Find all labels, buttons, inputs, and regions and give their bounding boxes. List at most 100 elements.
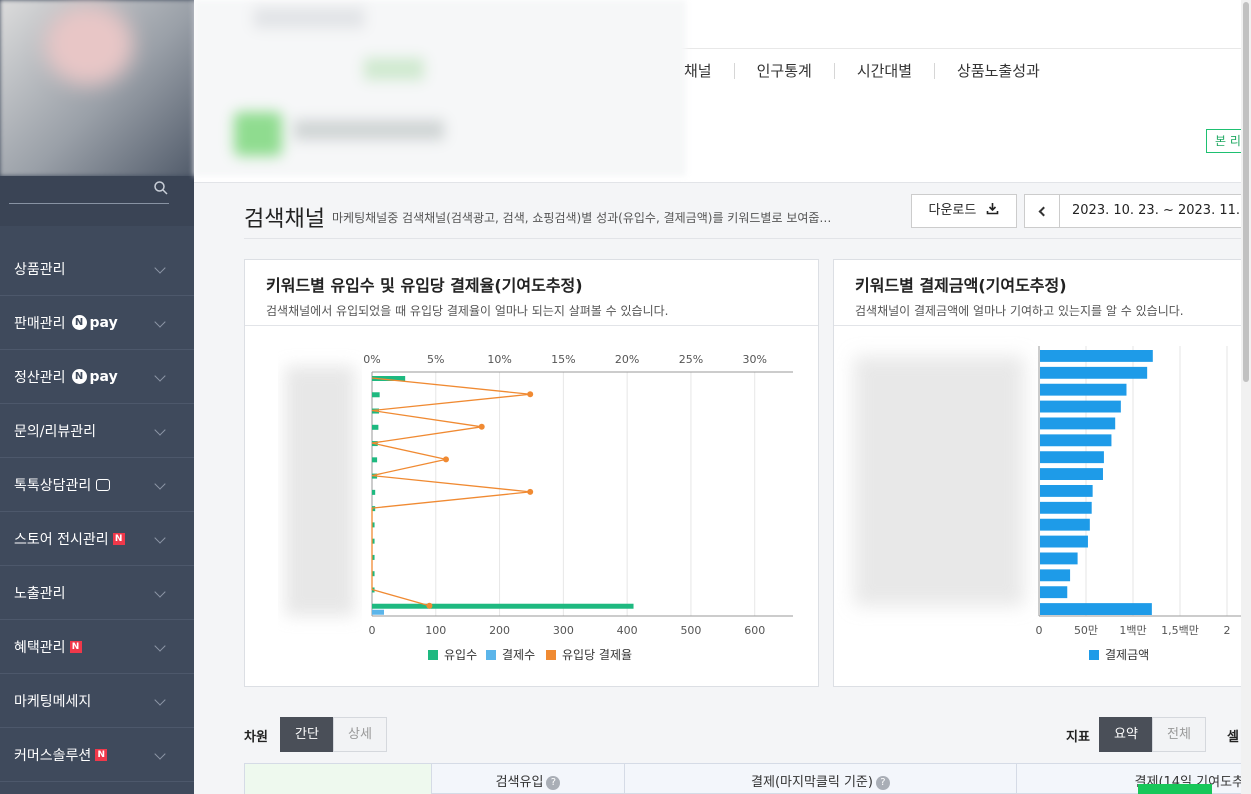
chevron-down-icon <box>154 640 166 652</box>
panel-title: 키워드별 유입수 및 유입당 결제율(기여도추정) <box>266 276 583 295</box>
metric-label: 지표 <box>1066 730 1090 745</box>
inflow-chart: 0 100 200 300 400 500 600 0% 5% 10% 15% 20% 25% 30% 유입… <box>285 353 793 662</box>
x-top-tick-label: 10% <box>487 353 511 366</box>
dimension-row: 차원 간단 상세 지표 요약 전체 셀 <box>244 717 1251 753</box>
header-label: 검색유입 <box>495 775 544 790</box>
x-tick-label: 600 <box>744 624 765 637</box>
sidebar-item[interactable]: 커머스솔루션 N <box>0 728 194 782</box>
x-tick-label: 200 <box>489 624 510 637</box>
legend-label: 결제금액 <box>1105 648 1149 662</box>
point-rate <box>527 391 534 398</box>
sidebar-item[interactable]: 정산관리 Npay <box>0 350 194 404</box>
npay-n-icon: N <box>71 315 87 330</box>
point-rate <box>426 602 433 609</box>
page-description: 마케팅채널중 검색채널(검색광고, 검색, 쇼핑검색)별 성과(유입수, 결제금… <box>332 211 832 225</box>
bar-inflow <box>372 489 376 495</box>
sidebar-item-label: 마케팅메세지 <box>14 693 92 710</box>
sidebar-item[interactable]: 톡톡상담관리 <box>0 458 194 512</box>
bar-payment-amount <box>1040 468 1103 480</box>
chevron-down-icon <box>154 586 166 598</box>
dimension-simple-button[interactable]: 간단 <box>280 717 334 752</box>
chevron-down-icon <box>154 370 166 382</box>
bar-payment-amount <box>1040 535 1088 548</box>
table-header-search-inflow: 검색유입? <box>431 764 624 794</box>
download-button[interactable]: 다운로드 <box>911 194 1017 228</box>
prev-period-button[interactable] <box>1024 194 1060 228</box>
search-icon[interactable] <box>153 180 169 196</box>
bar-inflow <box>372 603 634 609</box>
bar-payment-amount <box>1040 552 1078 565</box>
table-header-payment-attribution: 결제(14일 기여도추 <box>1016 764 1251 794</box>
legend-label: 유입수 <box>444 648 477 662</box>
metric-summary-button[interactable]: 요약 <box>1099 717 1153 752</box>
payment-chart-panel: 키워드별 결제금액(기여도추정) 검색채널이 결제금액에 얼마나 기여하고 있는… <box>833 259 1251 687</box>
chevron-down-icon <box>154 316 166 328</box>
status-indicator-bar <box>1138 784 1212 794</box>
metric-all-button[interactable]: 전체 <box>1152 717 1206 752</box>
title-row: 검색채널 마케팅채널중 검색채널(검색광고, 검색, 쇼핑검색)별 성과(유입수… <box>244 193 1251 239</box>
sidebar-item[interactable]: 노출관리 <box>0 566 194 620</box>
chevron-down-icon <box>154 748 166 760</box>
x-top-tick-label: 25% <box>679 353 703 366</box>
select-label: 셀 <box>1227 730 1239 745</box>
bar-payment-amount <box>1040 485 1093 497</box>
sidebar-item[interactable]: 마케팅메세지 <box>0 674 194 728</box>
npay-n-icon: N <box>71 369 87 384</box>
dimension-label: 차원 <box>244 730 268 745</box>
scrollbar-thumb[interactable] <box>1243 2 1249 382</box>
sidebar-item[interactable]: 판매관리 Npay <box>0 296 194 350</box>
new-badge: N <box>69 640 82 653</box>
sidebar-item[interactable]: 스토어 전시관리 N <box>0 512 194 566</box>
tab-1[interactable]: 인구통계 <box>733 63 834 79</box>
bar-payment <box>372 609 384 615</box>
sidebar-item-label: 문의/리뷰관리 <box>14 423 96 440</box>
npay-badge: Npay <box>71 368 118 385</box>
date-range-picker[interactable]: 2023. 10. 23. ~ 2023. 11. <box>1059 194 1251 228</box>
sidebar-item-label: 톡톡상담관리 <box>14 477 92 494</box>
x-top-tick-label: 30% <box>743 353 767 366</box>
top-header-blurred <box>194 0 686 176</box>
tab-3[interactable]: 상품노출성과 <box>934 63 1062 79</box>
bar-payment-amount <box>1040 451 1104 464</box>
sidebar-item-label: 상품관리 <box>14 261 66 278</box>
chevron-down-icon <box>154 262 166 274</box>
x-tick-label: 1백만 <box>1119 624 1146 637</box>
header-label: 결제(마지막클릭 기준) <box>751 775 873 790</box>
sidebar-search-input[interactable] <box>9 176 169 204</box>
sidebar-item[interactable]: 상품관리 <box>0 242 194 296</box>
bar-payment-amount <box>1040 383 1127 396</box>
npay-text: pay <box>89 368 118 385</box>
sidebar-item-label: 노출관리 <box>14 585 66 602</box>
sidebar-item-label: 커머스솔루션 <box>14 747 92 764</box>
dimension-detail-button[interactable]: 상세 <box>333 717 387 752</box>
npay-text: pay <box>89 314 118 331</box>
bar-payment-amount <box>1040 569 1071 582</box>
chevron-down-icon <box>154 532 166 544</box>
sidebar-item[interactable]: 문의/리뷰관리 <box>0 404 194 458</box>
blurred-category-labels <box>285 366 355 616</box>
bar-payment-amount <box>1040 350 1153 362</box>
npay-badge: Npay <box>71 314 118 331</box>
sidebar-item[interactable]: 혜택관리 N <box>0 620 194 674</box>
tab-0[interactable]: 채널 <box>670 63 734 79</box>
chevron-down-icon <box>154 694 166 706</box>
legend-swatch <box>428 650 438 660</box>
legend-swatch <box>546 650 556 660</box>
x-top-tick-label: 20% <box>615 353 639 366</box>
tab-2[interactable]: 시간대별 <box>833 63 934 79</box>
bar-payment-amount <box>1040 417 1116 430</box>
chevron-down-icon <box>154 478 166 490</box>
x-top-tick-label: 5% <box>427 353 444 366</box>
page-scrollbar[interactable] <box>1241 0 1251 794</box>
help-icon[interactable]: ? <box>546 776 561 790</box>
x-tick-label: 0 <box>1036 624 1043 637</box>
x-top-tick-label: 0% <box>363 353 380 366</box>
bar-payment-amount <box>1040 366 1148 379</box>
table-header: 검색유입? 결제(마지막클릭 기준)? 결제(14일 기여도추 <box>244 763 1251 794</box>
line-rate <box>371 377 531 607</box>
x-tick-label: 50만 <box>1074 624 1098 637</box>
x-tick-label: 300 <box>553 624 574 637</box>
point-rate <box>442 456 449 463</box>
help-icon[interactable]: ? <box>875 776 890 790</box>
table-header-payment-lastclick: 결제(마지막클릭 기준)? <box>624 764 1016 794</box>
